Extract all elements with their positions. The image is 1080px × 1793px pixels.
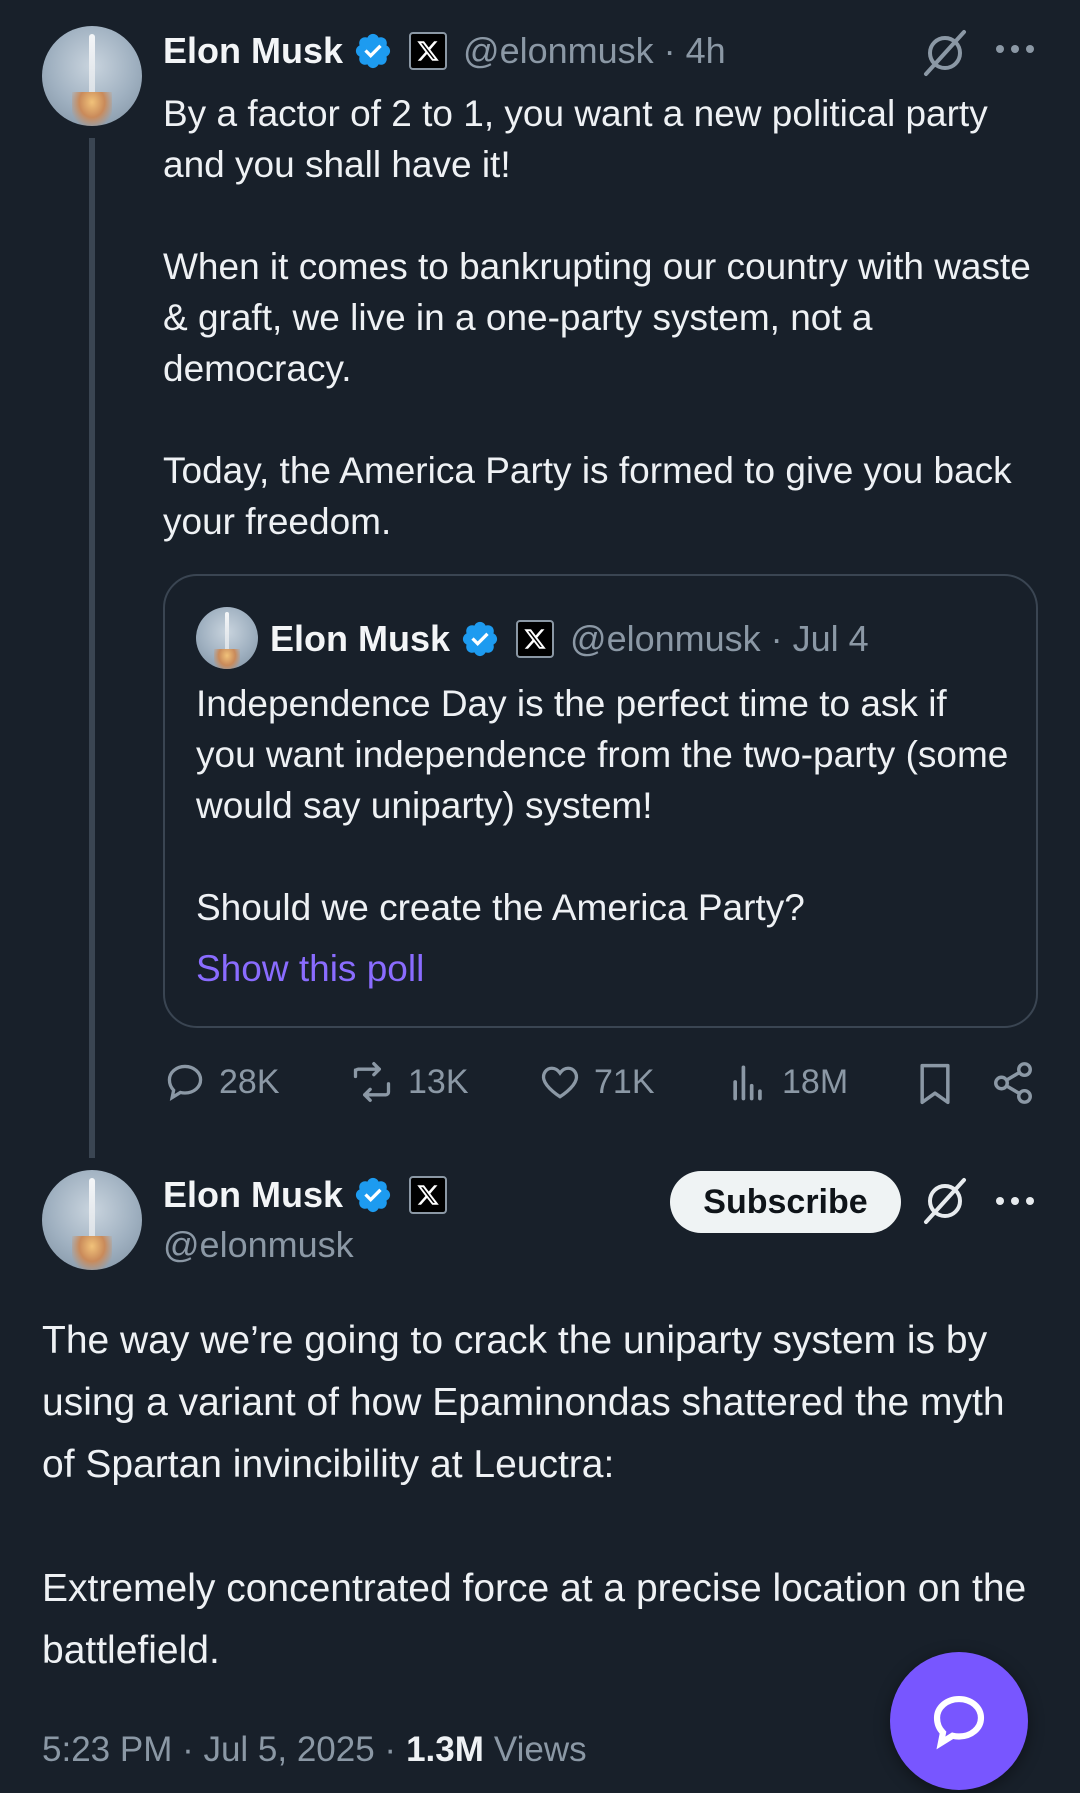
- author-name[interactable]: Elon Musk: [163, 30, 343, 72]
- tweet-header: Elon Musk: [163, 1172, 448, 1218]
- repost-button[interactable]: 13K: [348, 1060, 469, 1104]
- reply-button[interactable]: 28K: [163, 1060, 280, 1104]
- x-logo-icon: [409, 1176, 448, 1214]
- thread-line: [89, 138, 95, 1158]
- tweet-meta: 5:23 PM · Jul 5, 2025 · 1.3M Views: [42, 1730, 587, 1770]
- verified-badge-icon[interactable]: [353, 1175, 393, 1215]
- grok-icon[interactable]: [920, 1176, 970, 1226]
- tweet-time[interactable]: · 4h: [664, 30, 726, 72]
- tweet-text: By a factor of 2 to 1, you want a new po…: [163, 93, 1031, 542]
- bookmark-icon[interactable]: [913, 1060, 957, 1108]
- tweet-parent[interactable]: Elon Musk @elonmusk · 4h By a factor of …: [0, 0, 1080, 1158]
- verified-badge-icon[interactable]: [353, 31, 393, 71]
- compose-reply-button[interactable]: [890, 1652, 1028, 1790]
- quote-author-name: Elon Musk: [270, 618, 451, 659]
- show-poll-link[interactable]: Show this poll: [196, 948, 424, 990]
- tweet-timestamp[interactable]: 5:23 PM · Jul 5, 2025 ·: [42, 1730, 396, 1770]
- avatar[interactable]: [42, 1170, 142, 1270]
- views-icon: [733, 1065, 762, 1101]
- quote-avatar[interactable]: [196, 607, 258, 669]
- views-count: 1.3M: [406, 1730, 484, 1769]
- more-icon[interactable]: [993, 42, 1037, 56]
- views-count: 18M: [782, 1062, 849, 1101]
- author-name[interactable]: Elon Musk: [163, 1174, 343, 1216]
- x-logo-icon: [516, 620, 555, 658]
- repost-icon: [353, 1062, 391, 1102]
- more-icon[interactable]: [993, 1194, 1037, 1208]
- like-button[interactable]: 71K: [538, 1060, 655, 1104]
- repost-count: 13K: [408, 1062, 469, 1101]
- tweet-text: The way we’re going to crack the unipart…: [42, 1319, 1027, 1672]
- quote-author-handle: @elonmusk: [570, 618, 761, 659]
- grok-icon[interactable]: [920, 28, 970, 78]
- author-handle[interactable]: @elonmusk: [163, 1224, 354, 1266]
- views-button[interactable]: 18M: [726, 1060, 848, 1104]
- quoted-tweet[interactable]: Elon Musk @elonmusk · Jul 4 Independence…: [163, 574, 1038, 1028]
- quote-header: Elon Musk @elonmusk · Jul 4: [270, 616, 869, 662]
- tweet-header: Elon Musk @elonmusk · 4h: [163, 28, 726, 74]
- subscribe-button[interactable]: Subscribe: [670, 1171, 901, 1233]
- like-count: 71K: [594, 1062, 655, 1101]
- quote-text: Independence Day is the perfect time to …: [196, 683, 1009, 928]
- avatar[interactable]: [42, 26, 142, 126]
- compose-reply-icon: [933, 1695, 985, 1750]
- views-label: Views: [493, 1730, 587, 1769]
- share-icon[interactable]: [990, 1060, 1036, 1106]
- verified-badge-icon: [462, 621, 498, 657]
- reply-icon: [167, 1064, 203, 1101]
- reply-count: 28K: [219, 1062, 280, 1101]
- x-logo-icon: [409, 32, 448, 70]
- author-handle[interactable]: @elonmusk: [463, 30, 654, 72]
- quote-time: · Jul 4: [770, 618, 869, 659]
- like-icon: [541, 1066, 579, 1099]
